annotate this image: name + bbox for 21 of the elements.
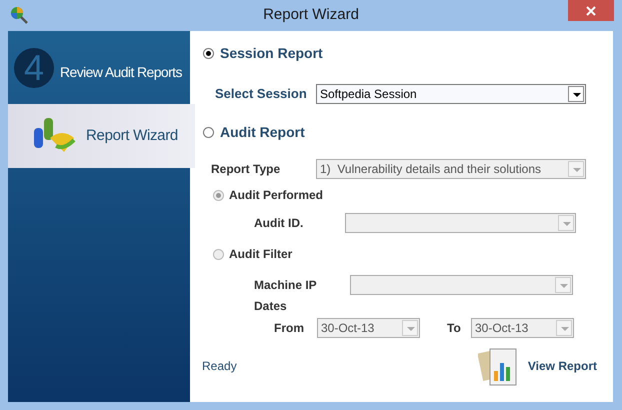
radio-label[interactable]: Session Report	[220, 42, 323, 64]
field-label: Dates	[254, 298, 287, 315]
radio-button[interactable]	[203, 48, 214, 58]
app-icon	[10, 6, 28, 24]
radio-label[interactable]: Audit Report	[220, 122, 305, 142]
close-button[interactable]	[568, 0, 614, 21]
sidebar-item[interactable]: Report Wizard	[8, 104, 195, 168]
field-label: Audit ID.	[254, 215, 304, 232]
field-label: Machine IP	[254, 277, 318, 294]
field-label: From	[274, 320, 305, 337]
view-report-button[interactable]: View Report	[478, 345, 597, 387]
radio-button[interactable]	[203, 126, 214, 138]
step-number: 4	[14, 48, 54, 88]
field-label: Report Type	[211, 161, 282, 178]
window-title: Report Wizard	[263, 5, 359, 26]
field-label: Select Session	[215, 85, 308, 104]
session-dropdown[interactable]: Softpedia Session	[316, 84, 586, 104]
field-label: To	[447, 320, 462, 337]
close-icon	[586, 6, 596, 16]
sidebar-item[interactable]: 4 Review Audit Reports	[8, 31, 190, 104]
status-text: Ready	[202, 358, 237, 375]
